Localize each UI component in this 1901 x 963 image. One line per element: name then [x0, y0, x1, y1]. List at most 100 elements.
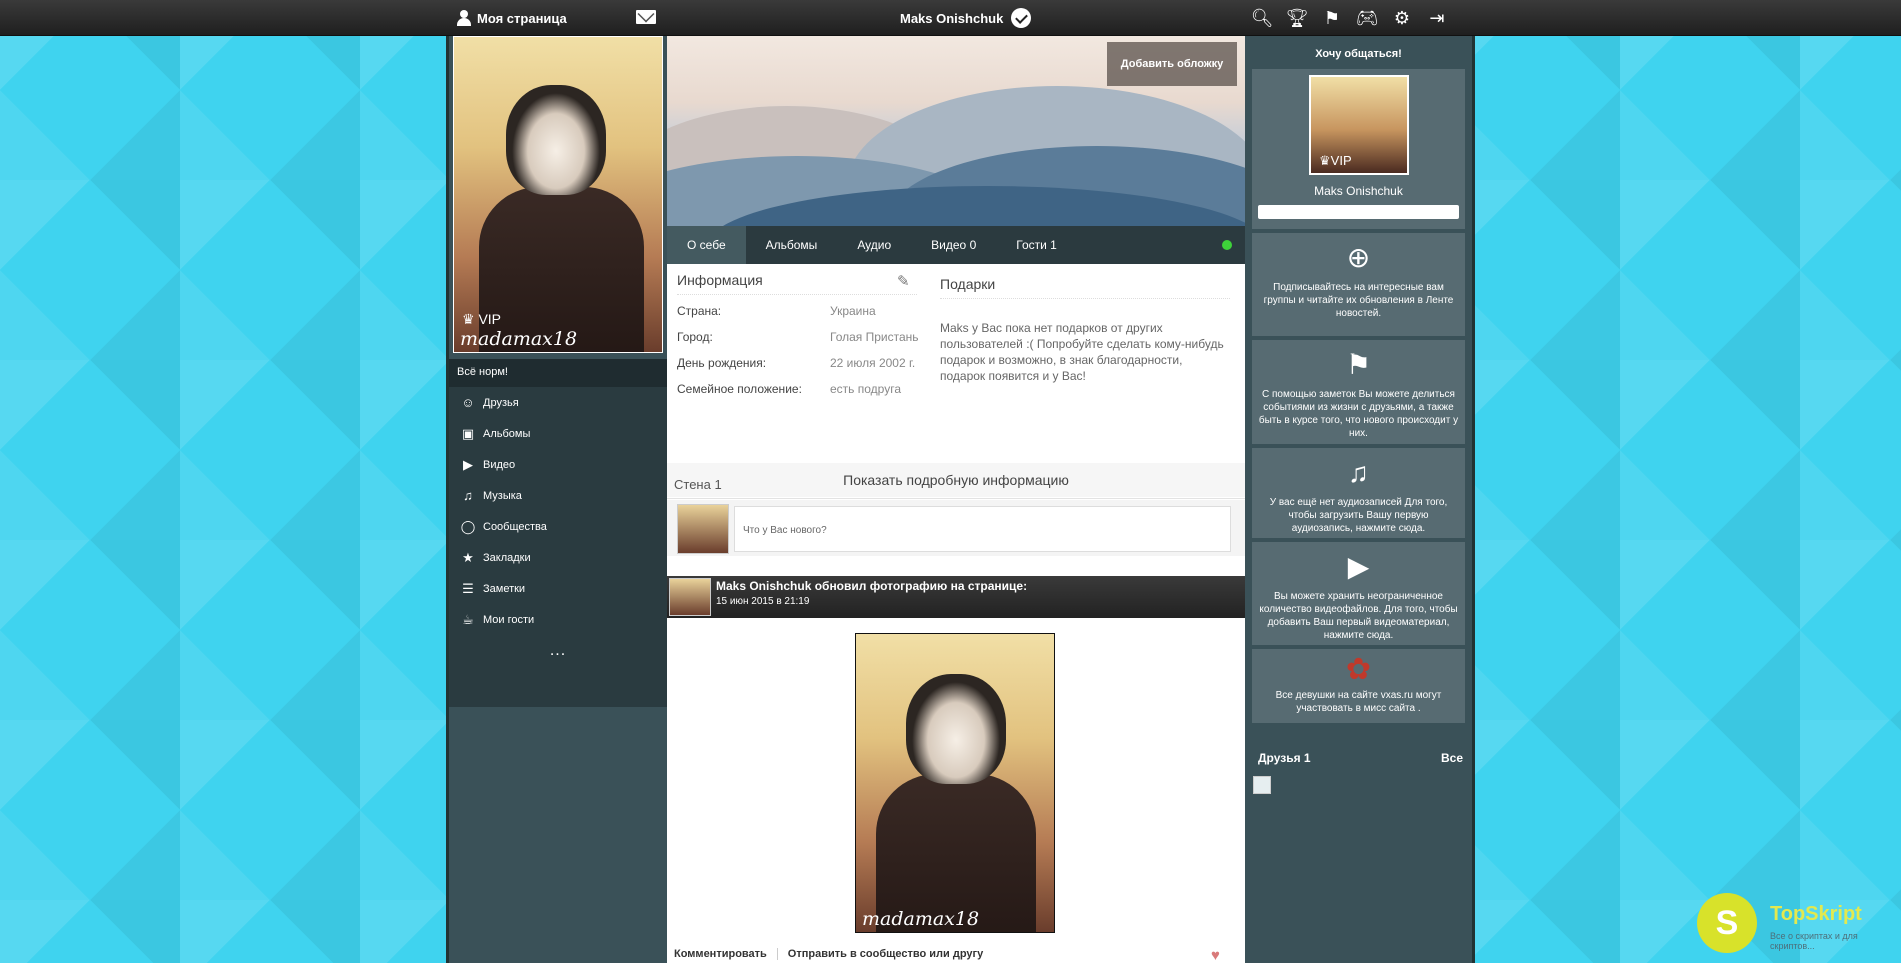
info-value: есть подруга	[830, 382, 901, 396]
info-value: 22 июля 2002 г.	[830, 356, 916, 370]
mail-icon[interactable]	[636, 10, 656, 24]
nav-item-albums[interactable]: ▣ Альбомы	[449, 418, 667, 449]
profile-tabs: О себе Альбомы Аудио Видео 0 Гости 1	[667, 226, 1245, 264]
friend-thumbnail[interactable]	[1253, 776, 1271, 794]
film-icon: ▶	[1347, 551, 1370, 582]
tab-albums[interactable]: Альбомы	[746, 226, 838, 264]
tip-miss[interactable]: ✿ Все девушки на сайте vxas.ru могут уча…	[1252, 649, 1465, 723]
nav-label: Друзья	[483, 396, 519, 409]
gear-icon[interactable]: ⚙	[1390, 6, 1414, 30]
watermark-logo: S	[1697, 893, 1757, 953]
video-icon: ▶	[463, 456, 473, 472]
feed-title[interactable]: Maks Onishchuk обновил фотографию на стр…	[716, 579, 1027, 593]
tip-video[interactable]: ▶ Вы можете хранить неограниченное колич…	[1252, 542, 1465, 645]
new-post-box: Что у Вас нового?	[667, 500, 1245, 556]
header-user-name[interactable]: Maks Onishchuk	[900, 0, 1032, 36]
top-icons: 🔍︎ 🏆︎ ⚑ 🎮︎ ⚙ ⇥	[1250, 0, 1449, 36]
trophy-icon[interactable]: 🏆︎	[1285, 6, 1309, 30]
info-value: Голая Пристань	[830, 330, 919, 344]
nav-item-music[interactable]: ♫ Музыка	[449, 480, 667, 511]
add-cover-button[interactable]: Добавить обложку	[1107, 42, 1237, 86]
nav-item-video[interactable]: ▶ Видео	[449, 449, 667, 480]
featured-user-card[interactable]: ♛VIP Maks Onishchuk	[1252, 69, 1465, 229]
tip-text: У вас ещё нет аудиозаписей Для того, что…	[1269, 497, 1448, 534]
guests-icon: ☕	[462, 611, 474, 627]
flag-icon[interactable]: ⚑	[1320, 6, 1344, 30]
roses-icon: ✿	[1345, 653, 1372, 686]
nav-label: Музыка	[483, 489, 522, 502]
tab-about[interactable]: О себе	[667, 226, 746, 264]
new-post-input[interactable]: Что у Вас нового?	[734, 506, 1231, 552]
nav-label: Сообщества	[483, 520, 547, 533]
wall-title: Стена 1	[667, 469, 1245, 499]
music-icon: ♫	[463, 488, 473, 503]
profile-avatar[interactable]: ♛ VIP madamax18	[453, 36, 663, 353]
online-status-indicator	[1222, 240, 1232, 250]
vip-badge: ♛VIP	[1319, 153, 1352, 168]
tab-audio[interactable]: Аудио	[837, 226, 911, 264]
tip-text: Подписывайтесь на интересные вам группы …	[1263, 282, 1454, 319]
tab-video[interactable]: Видео 0	[911, 226, 996, 264]
main-content: Добавить обложку О себе Альбомы Аудио Ви…	[667, 36, 1245, 963]
friends-title[interactable]: Друзья 1	[1258, 751, 1311, 765]
featured-user-bar	[1258, 205, 1459, 219]
watermark-name: TopSkript	[1770, 903, 1862, 925]
info-title: Информация	[677, 272, 917, 295]
nav-label: Альбомы	[483, 427, 531, 440]
my-page-link[interactable]: Моя страница	[449, 0, 667, 36]
right-sidebar: Хочу общаться! ♛VIP Maks Onishchuk ⊕ Под…	[1245, 36, 1472, 963]
info-label: Семейное положение:	[677, 382, 802, 396]
share-button[interactable]: Отправить в сообщество или другу	[788, 948, 983, 960]
cover-image: Добавить обложку	[667, 36, 1245, 226]
tab-guests[interactable]: Гости 1	[996, 226, 1077, 264]
gifts-title: Подарки	[940, 276, 1230, 299]
tip-text: Все девушки на сайте vxas.ru могут участ…	[1275, 690, 1442, 714]
nav-item-friends[interactable]: ☺ Друзья	[449, 387, 667, 418]
vip-label: VIP	[1330, 153, 1352, 168]
nav-item-notes[interactable]: ☰ Заметки	[449, 573, 667, 604]
tip-text: Вы можете хранить неограниченное количес…	[1259, 591, 1458, 641]
nav-label: Видео	[483, 458, 516, 471]
feed-avatar[interactable]	[669, 578, 711, 616]
comment-button[interactable]: Комментировать	[674, 948, 767, 960]
friends-icon: ☺	[461, 395, 475, 410]
avatar-signature: madamax18	[460, 328, 578, 350]
verified-check-icon	[1011, 8, 1032, 28]
avatar-figure-head	[506, 85, 606, 195]
tip-notes[interactable]: ⚑ С помощью заметок Вы можете делиться с…	[1252, 340, 1465, 444]
friends-all-link[interactable]: Все	[1441, 751, 1463, 765]
header-user-name-label: Maks Onishchuk	[900, 10, 1004, 26]
tip-text: С помощью заметок Вы можете делиться соб…	[1258, 389, 1459, 439]
info-section: Информация ✎ Страна: Украина Город: Гола…	[667, 266, 1245, 497]
info-label: Город:	[677, 330, 713, 344]
featured-user-avatar[interactable]: ♛VIP	[1309, 75, 1409, 175]
info-label: Страна:	[677, 304, 722, 318]
feed-actions: Комментировать Отправить в сообщество ил…	[674, 948, 983, 960]
flag-note-icon: ⚑	[1345, 349, 1372, 380]
status-text[interactable]: Всё норм!	[449, 359, 667, 387]
search-icon[interactable]: 🔍︎	[1250, 6, 1274, 30]
vip-label: VIP	[478, 311, 502, 327]
pencil-icon[interactable]: ✎	[897, 272, 915, 290]
gamepad-icon[interactable]: 🎮︎	[1355, 6, 1379, 30]
nav-label: Мои гости	[483, 613, 535, 626]
my-page-label: Моя страница	[477, 10, 567, 26]
watermark-subtitle: Все о скриптах и для скриптов...	[1770, 931, 1858, 951]
more-menu-button[interactable]: ...	[449, 642, 667, 660]
exit-icon[interactable]: ⇥	[1425, 6, 1449, 30]
heart-icon[interactable]: ♥	[1211, 947, 1220, 963]
add-chat-icon: ⊕	[1346, 242, 1371, 273]
feed-photo[interactable]: madamax18	[855, 633, 1055, 933]
albums-icon: ▣	[461, 425, 475, 441]
nav-label: Заметки	[483, 582, 526, 595]
left-sidebar: ♛ VIP madamax18 Всё норм! ☺ Друзья ▣ Альбо…	[449, 36, 667, 963]
featured-user-name[interactable]: Maks Onishchuk	[1252, 184, 1465, 198]
photo-signature: madamax18	[862, 908, 980, 930]
music-note-icon: ♫	[1348, 457, 1369, 488]
tip-subscribe[interactable]: ⊕ Подписывайтесь на интересные вам групп…	[1252, 233, 1465, 336]
nav-item-bookmarks[interactable]: ★ Закладки	[449, 542, 667, 573]
want-to-chat-title: Хочу общаться!	[1315, 48, 1402, 60]
tip-audio[interactable]: ♫ У вас ещё нет аудиозаписей Для того, ч…	[1252, 448, 1465, 538]
nav-item-guests[interactable]: ☕ Мои гости	[449, 604, 667, 635]
nav-item-communities[interactable]: ◯ Сообщества	[449, 511, 667, 542]
